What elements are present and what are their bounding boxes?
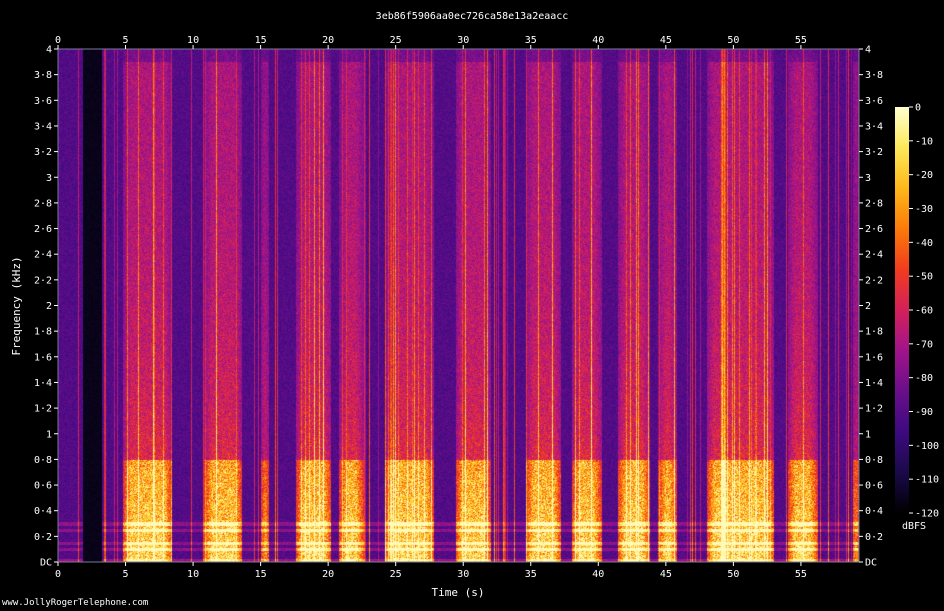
x-tick-label-bottom: 50 — [727, 569, 739, 580]
x-tick-label-top: 10 — [187, 35, 199, 46]
x-tick-label-bottom: 25 — [390, 569, 402, 580]
y-tick-label-left: 1·8 — [34, 327, 52, 338]
x-axis-label: Time (s) — [432, 586, 485, 599]
x-tick-label-top: 0 — [55, 35, 61, 46]
footer-url: www.JollyRogerTelephone.com — [2, 598, 149, 608]
x-tick-label-bottom: 5 — [123, 569, 129, 580]
y-tick-label-right: 4 — [865, 45, 871, 56]
spectrogram-figure: 3eb86f5906aa0ec726ca58e13a2eaacc Time (s… — [0, 0, 944, 611]
colorbar-tick-label: -30 — [915, 204, 933, 215]
colorbar-tick-label: -70 — [915, 339, 933, 350]
chart-title: 3eb86f5906aa0ec726ca58e13a2eaacc — [376, 11, 569, 22]
y-tick-label-left: 1 — [46, 429, 52, 440]
y-axis-label: Frequency (kHz) — [10, 256, 23, 355]
y-tick-label-right: 1·4 — [865, 378, 883, 389]
colorbar-tick-label: -40 — [915, 238, 933, 249]
y-tick-label-right: 3·8 — [865, 70, 883, 81]
x-tick-label-top: 25 — [390, 35, 402, 46]
y-tick-label-right: 1·8 — [865, 327, 883, 338]
y-tick-label-right: 0·8 — [865, 455, 883, 466]
y-ticks-right: DC 0·2 0·4 0·6 0·8 1 1·2 1·4 1·6 1·8 2 2·2 2·4 2·6 2·8… — [859, 45, 883, 569]
x-tick-label-bottom: 20 — [322, 569, 334, 580]
x-tick-label-bottom: 30 — [457, 569, 469, 580]
y-tick-label-right: 2·4 — [865, 250, 883, 261]
colorbar-tick-label: -100 — [915, 441, 939, 452]
y-tick-label-left: 3 — [46, 173, 52, 184]
x-tick-label-top: 30 — [457, 35, 469, 46]
x-tick-label-top: 35 — [525, 35, 537, 46]
x-tick-label-bottom: 40 — [592, 569, 604, 580]
x-tick-label-bottom: 45 — [660, 569, 672, 580]
x-tick-label-top: 5 — [123, 35, 129, 46]
spectrogram-axes: 3eb86f5906aa0ec726ca58e13a2eaacc Time (s… — [10, 11, 939, 599]
y-tick-label-right: DC — [865, 558, 877, 569]
y-tick-label-left: 1·4 — [34, 378, 52, 389]
y-tick-label-left: 1·2 — [34, 404, 52, 415]
y-tick-label-left: 2 — [46, 301, 52, 312]
x-tick-label-bottom: 15 — [255, 569, 267, 580]
y-tick-label-left: 1·6 — [34, 352, 52, 363]
y-tick-label-right: 2·8 — [865, 198, 883, 209]
y-tick-label-left: DC — [40, 558, 52, 569]
y-tick-label-left: 2·6 — [34, 224, 52, 235]
x-tick-label-bottom: 10 — [187, 569, 199, 580]
colorbar-tick-label: -50 — [915, 272, 933, 283]
y-tick-label-right: 0·2 — [865, 532, 883, 543]
colorbar-tick-label: -110 — [915, 475, 939, 486]
y-tick-label-left: 3·4 — [34, 121, 52, 132]
y-tick-label-right: 3 — [865, 173, 871, 184]
y-tick-label-right: 2 — [865, 301, 871, 312]
y-tick-label-left: 0·4 — [34, 506, 52, 517]
y-tick-label-right: 0·6 — [865, 481, 883, 492]
x-tick-label-top: 15 — [255, 35, 267, 46]
y-tick-label-left: 3·6 — [34, 96, 52, 107]
x-tick-label-top: 20 — [322, 35, 334, 46]
colorbar-tick-label: -10 — [915, 136, 933, 147]
y-ticks-left: DC 0·2 0·4 0·6 0·8 1 1·2 1·4 1·6 1·8 2 2·2 2·4 2·6 2·8… — [34, 45, 58, 569]
y-tick-label-right: 1·2 — [865, 404, 883, 415]
colorbar-tick-label: -90 — [915, 407, 933, 418]
x-tick-label-top: 40 — [592, 35, 604, 46]
x-ticks-bottom: 0 5 10 15 20 25 30 35 40 45 50 55 — [55, 562, 807, 580]
y-tick-label-left: 4 — [46, 45, 52, 56]
y-tick-label-right: 2·2 — [865, 275, 883, 286]
colorbar-ticks: 0 -10 -20 -30 -40 -50 -60 -70 -80 -90 -100 -110 -120 — [909, 103, 939, 520]
y-tick-label-left: 0·2 — [34, 532, 52, 543]
y-tick-label-right: 2·6 — [865, 224, 883, 235]
y-tick-label-right: 1 — [865, 429, 871, 440]
y-tick-label-left: 0·8 — [34, 455, 52, 466]
x-tick-label-bottom: 35 — [525, 569, 537, 580]
x-tick-label-top: 55 — [795, 35, 807, 46]
colorbar-tick-label: -60 — [915, 306, 933, 317]
y-tick-label-right: 0·4 — [865, 506, 883, 517]
y-tick-label-right: 3·6 — [865, 96, 883, 107]
y-tick-label-left: 2·2 — [34, 275, 52, 286]
colorbar-tick-label: 0 — [915, 103, 921, 114]
plot-frame — [57, 48, 860, 563]
y-tick-label-left: 2·8 — [34, 198, 52, 209]
y-tick-label-left: 3·8 — [34, 70, 52, 81]
y-tick-label-right: 1·6 — [865, 352, 883, 363]
x-tick-label-top: 45 — [660, 35, 672, 46]
colorbar-tick-label: -120 — [915, 509, 939, 520]
x-ticks-top: 0 5 10 15 20 25 30 35 40 45 50 55 — [55, 35, 807, 49]
y-tick-label-right: 3·4 — [865, 121, 883, 132]
colorbar-tick-label: -80 — [915, 373, 933, 384]
x-tick-label-top: 50 — [727, 35, 739, 46]
x-tick-label-bottom: 0 — [55, 569, 61, 580]
y-tick-label-left: 0·6 — [34, 481, 52, 492]
colorbar-unit-label: dBFS — [902, 521, 926, 532]
y-tick-label-left: 2·4 — [34, 250, 52, 261]
x-tick-label-bottom: 55 — [795, 569, 807, 580]
colorbar-tick-label: -20 — [915, 170, 933, 181]
y-tick-label-left: 3·2 — [34, 147, 52, 158]
colorbar — [895, 107, 909, 513]
y-tick-label-right: 3·2 — [865, 147, 883, 158]
